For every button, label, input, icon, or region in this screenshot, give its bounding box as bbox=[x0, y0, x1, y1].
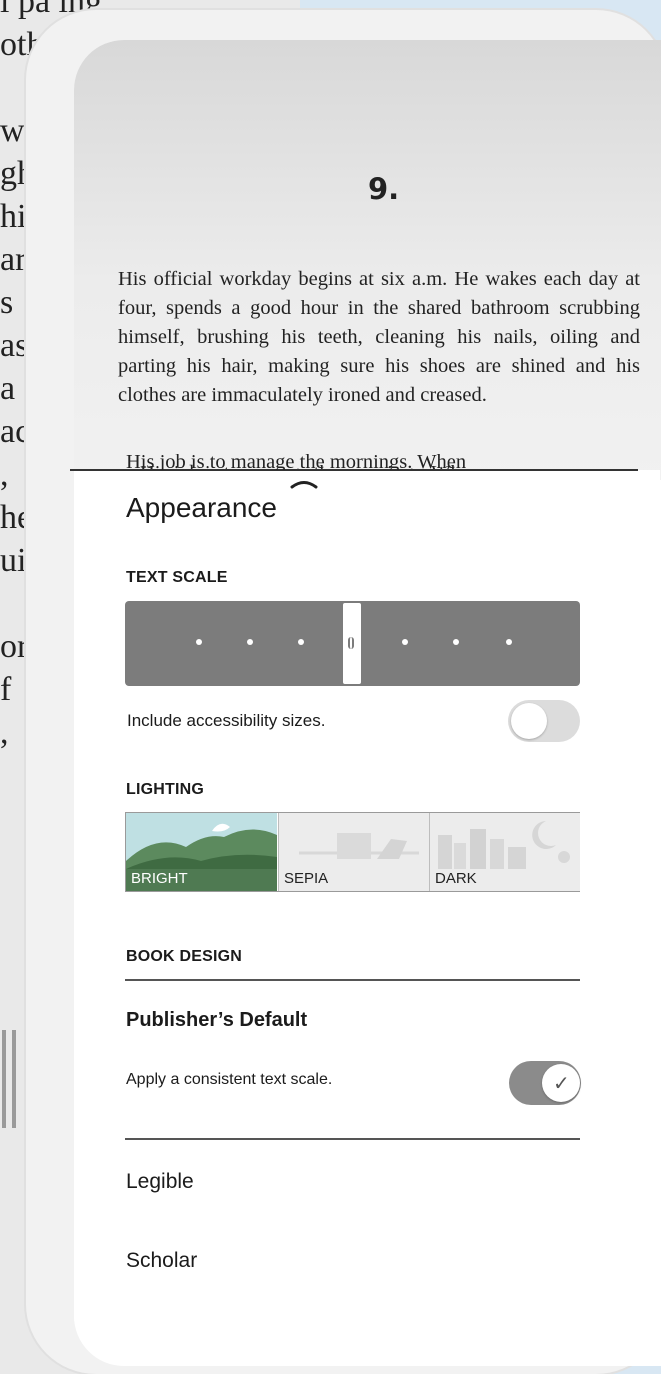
divider bbox=[125, 1138, 580, 1140]
accessibility-sizes-toggle[interactable] bbox=[508, 700, 580, 742]
book-page[interactable]: 9. His official workday begins at six a.… bbox=[74, 40, 661, 480]
grip-icon bbox=[348, 637, 354, 649]
scale-step[interactable] bbox=[402, 639, 408, 645]
lighting-label-bright: BRIGHT bbox=[131, 870, 188, 887]
book-design-option-scholar[interactable]: Scholar bbox=[126, 1249, 197, 1273]
lighting-heading: LIGHTING bbox=[126, 781, 205, 798]
chevron-up-icon[interactable] bbox=[289, 476, 319, 490]
divider bbox=[125, 979, 580, 981]
consistent-scale-label: Apply a consistent text scale. bbox=[126, 1071, 333, 1088]
book-design-option-legible[interactable]: Legible bbox=[126, 1170, 194, 1194]
book-next-line-peek: His job is to manage the mornings. When bbox=[126, 454, 467, 470]
background-scroll-bars bbox=[2, 1030, 18, 1128]
scale-step[interactable] bbox=[247, 639, 253, 645]
text-scale-slider[interactable] bbox=[125, 601, 580, 686]
lighting-selector: BRIGHT SEPIA DARK bbox=[125, 812, 580, 892]
lighting-label-dark: DARK bbox=[435, 870, 477, 887]
book-design-option-publishers-default[interactable]: Publisher’s Default bbox=[126, 1009, 307, 1032]
lighting-option-bright[interactable]: BRIGHT bbox=[126, 813, 277, 891]
lighting-option-sepia[interactable]: SEPIA bbox=[278, 813, 429, 891]
accessibility-sizes-label: Include accessibility sizes. bbox=[127, 711, 326, 730]
checkmark-icon: ✓ bbox=[553, 1073, 570, 1095]
toggle-knob: ✓ bbox=[542, 1064, 580, 1102]
text-scale-heading: TEXT SCALE bbox=[126, 569, 228, 586]
book-line-peek: His job is to manage the mornings. When bbox=[70, 454, 640, 470]
scale-step[interactable] bbox=[298, 639, 304, 645]
scale-step[interactable] bbox=[453, 639, 459, 645]
book-paragraph: His official workday begins at six a.m. … bbox=[118, 268, 640, 406]
sheet-title: Appearance bbox=[126, 492, 278, 523]
consistent-scale-toggle[interactable]: ✓ bbox=[509, 1061, 581, 1105]
text-scale-thumb[interactable] bbox=[343, 603, 361, 684]
lighting-option-dark[interactable]: DARK bbox=[429, 813, 580, 891]
scale-step[interactable] bbox=[196, 639, 202, 645]
book-design-heading: BOOK DESIGN bbox=[126, 948, 242, 965]
toggle-knob bbox=[511, 703, 547, 739]
scale-step[interactable] bbox=[506, 639, 512, 645]
chapter-number: 9. bbox=[368, 172, 400, 206]
lighting-label-sepia: SEPIA bbox=[284, 870, 329, 887]
